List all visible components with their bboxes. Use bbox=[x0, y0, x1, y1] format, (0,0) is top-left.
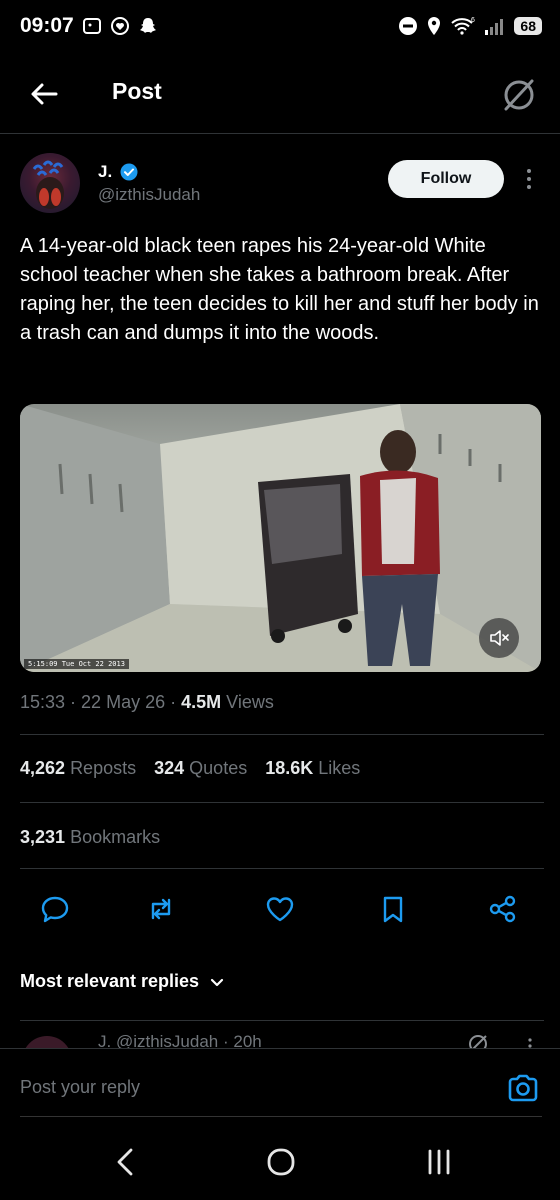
composer-underline bbox=[20, 1116, 542, 1117]
author-avatar[interactable] bbox=[20, 153, 80, 213]
gallery-icon bbox=[83, 18, 101, 34]
video-frame bbox=[20, 404, 541, 672]
author-handle[interactable]: @izthisJudah bbox=[98, 185, 200, 205]
quotes-count: 324 bbox=[154, 758, 185, 778]
reposts-label: Reposts bbox=[70, 758, 137, 778]
bookmarks-label: Bookmarks bbox=[70, 827, 161, 847]
nav-home-icon[interactable] bbox=[263, 1144, 299, 1180]
follow-button[interactable]: Follow bbox=[388, 160, 504, 198]
share-icon[interactable] bbox=[488, 894, 518, 924]
network-type-label: 6 bbox=[471, 17, 475, 24]
top-bar: Post bbox=[0, 56, 560, 134]
post-meta: 15:33 · 22 May 26 · 4.5M Views bbox=[20, 692, 274, 712]
reply-icon[interactable] bbox=[40, 894, 70, 924]
replies-sort-label: Most relevant replies bbox=[20, 971, 200, 991]
reply-composer[interactable]: Post your reply bbox=[0, 1048, 560, 1118]
reply-input[interactable]: Post your reply bbox=[20, 1077, 140, 1098]
divider bbox=[20, 802, 544, 803]
post-time: 15:33 bbox=[20, 692, 66, 712]
like-icon[interactable] bbox=[265, 894, 295, 924]
repost-icon[interactable] bbox=[146, 894, 176, 924]
verified-badge-icon bbox=[120, 163, 138, 181]
location-icon bbox=[428, 17, 441, 35]
status-time: 09:07 bbox=[20, 14, 74, 37]
more-options-icon[interactable] bbox=[522, 166, 536, 192]
quotes-label: Quotes bbox=[189, 758, 248, 778]
replies-sort-selector[interactable]: Most relevant replies bbox=[20, 971, 225, 992]
likes-label: Likes bbox=[318, 758, 361, 778]
reply-preview[interactable]: J. @izthisJudah · 20h bbox=[0, 1022, 560, 1048]
signal-icon bbox=[485, 19, 504, 35]
status-bar: 09:07 6 68 bbox=[0, 0, 560, 56]
reply-avatar bbox=[22, 1036, 72, 1048]
likes-stat[interactable]: 18.6K Likes bbox=[265, 758, 360, 779]
chevron-down-icon bbox=[210, 978, 224, 986]
divider bbox=[20, 1020, 544, 1021]
trash-can-figure bbox=[258, 474, 358, 643]
do-not-disturb-icon bbox=[399, 17, 418, 35]
grok-icon[interactable] bbox=[500, 76, 538, 114]
reposts-stat[interactable]: 4,262 Reposts bbox=[20, 758, 136, 779]
snapchat-icon bbox=[140, 18, 156, 33]
reply-author-line: J. @izthisJudah · 20h bbox=[98, 1032, 262, 1048]
post-text: A 14-year-old black teen rapes his 24-ye… bbox=[20, 235, 539, 344]
nav-back-icon[interactable] bbox=[108, 1144, 144, 1180]
bookmark-icon[interactable] bbox=[378, 894, 408, 924]
system-navigation-bar bbox=[0, 1118, 560, 1200]
divider bbox=[20, 734, 544, 735]
grok-icon[interactable] bbox=[466, 1032, 490, 1048]
divider bbox=[20, 868, 544, 869]
page-title: Post bbox=[112, 78, 162, 104]
nav-recents-icon[interactable] bbox=[421, 1144, 457, 1180]
camera-icon[interactable] bbox=[506, 1071, 540, 1105]
wifi-icon: 6 bbox=[451, 17, 475, 35]
more-options-icon[interactable] bbox=[526, 1036, 534, 1048]
avatar-image bbox=[32, 160, 64, 209]
reposts-count: 4,262 bbox=[20, 758, 66, 778]
views-count: 4.5M bbox=[181, 692, 222, 712]
likes-count: 18.6K bbox=[265, 758, 314, 778]
quotes-stat[interactable]: 324 Quotes bbox=[154, 758, 247, 779]
status-notification-icons bbox=[82, 16, 158, 36]
heart-circle-icon bbox=[111, 17, 129, 35]
author-name[interactable]: J. bbox=[98, 162, 112, 182]
back-arrow-icon[interactable] bbox=[28, 78, 60, 110]
mute-button[interactable] bbox=[479, 618, 519, 658]
post-video[interactable]: 5:15:09 Tue Oct 22 2013 bbox=[20, 404, 541, 672]
action-bar bbox=[0, 888, 560, 930]
battery-level: 68 bbox=[514, 17, 542, 35]
bookmarks-count: 3,231 bbox=[20, 827, 66, 847]
post-date: 22 May 26 bbox=[81, 692, 166, 712]
status-system-icons: 6 68 bbox=[398, 16, 542, 36]
video-timestamp-overlay: 5:15:09 Tue Oct 22 2013 bbox=[24, 659, 129, 669]
bookmarks-stat: 3,231 Bookmarks bbox=[20, 827, 160, 848]
post-stats: 4,262 Reposts 324 Quotes 18.6K Likes bbox=[20, 758, 360, 779]
volume-muted-icon bbox=[490, 630, 509, 646]
views-label: Views bbox=[226, 692, 274, 712]
